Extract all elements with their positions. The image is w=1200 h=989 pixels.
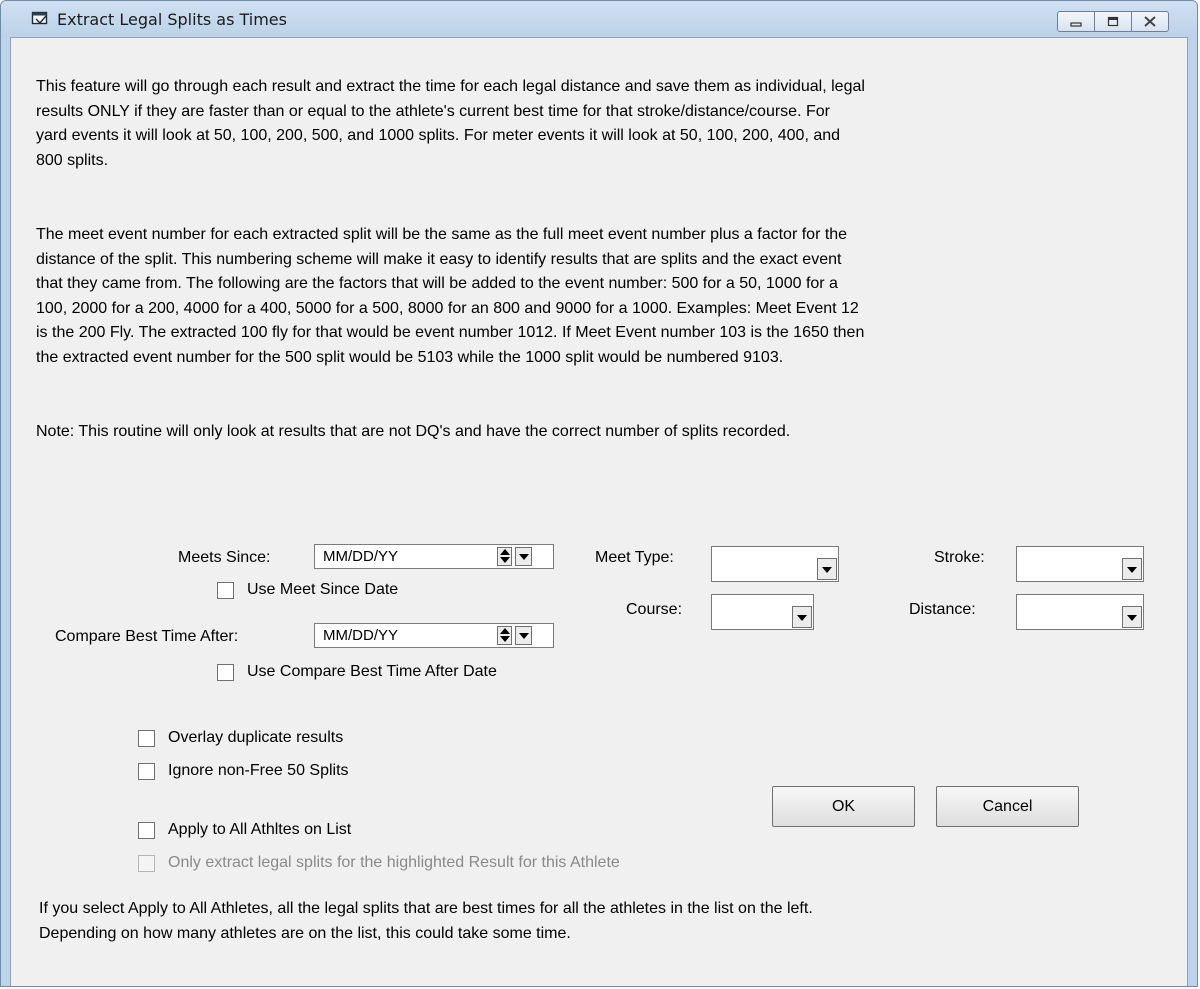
dialog-window: Extract Legal Splits as Times This featu…	[0, 0, 1198, 987]
description-paragraph-1: This feature will go through each result…	[36, 78, 865, 169]
stroke-dropdown-icon[interactable]	[1122, 558, 1142, 580]
distance-dropdown-icon[interactable]	[1122, 606, 1142, 628]
only-highlighted-label: Only extract legal splits for the highli…	[168, 854, 620, 871]
apply-all-athletes-label: Apply to All Athltes on List	[168, 821, 352, 838]
ok-button[interactable]: OK	[772, 786, 915, 827]
footer-note: If you select Apply to All Athletes, all…	[39, 900, 813, 942]
compare-best-date-picker[interactable]: MM/DD/YY	[314, 623, 554, 648]
ignore-non-free-label: Ignore non-Free 50 Splits	[168, 762, 349, 779]
title-bar: Extract Legal Splits as Times	[1, 1, 1197, 37]
maximize-button[interactable]	[1094, 11, 1132, 32]
compare-best-dropdown-icon[interactable]	[515, 626, 532, 645]
meets-since-dropdown-icon[interactable]	[515, 547, 532, 566]
distance-label: Distance:	[909, 601, 976, 618]
meets-since-label: Meets Since:	[178, 549, 271, 566]
maximize-icon	[1107, 16, 1119, 27]
window-title: Extract Legal Splits as Times	[57, 10, 287, 29]
close-button[interactable]	[1131, 11, 1169, 32]
meet-type-select[interactable]	[711, 546, 839, 582]
stroke-label: Stroke:	[934, 549, 985, 566]
overlay-duplicates-checkbox[interactable]	[138, 730, 155, 747]
use-meet-since-label: Use Meet Since Date	[247, 581, 399, 598]
description-paragraph-2: The meet event number for each extracted…	[36, 226, 865, 366]
meet-type-dropdown-icon[interactable]	[817, 558, 837, 580]
meets-since-value: MM/DD/YY	[323, 548, 398, 565]
use-meet-since-checkbox[interactable]	[217, 582, 234, 599]
minimize-button[interactable]	[1057, 11, 1095, 32]
course-dropdown-icon[interactable]	[792, 606, 812, 628]
dialog-window-icon	[31, 11, 48, 25]
compare-best-value: MM/DD/YY	[323, 627, 398, 644]
use-compare-best-label: Use Compare Best Time After Date	[247, 663, 497, 680]
only-highlighted-checkbox[interactable]	[138, 855, 155, 872]
note-text: Note: This routine will only look at res…	[36, 423, 791, 440]
compare-best-spin-icon[interactable]	[497, 626, 512, 645]
meets-since-date-picker[interactable]: MM/DD/YY	[314, 544, 554, 569]
course-select[interactable]	[711, 594, 814, 630]
cancel-button[interactable]: Cancel	[936, 786, 1079, 827]
dialog-client-area: This feature will go through each result…	[10, 37, 1188, 986]
distance-select[interactable]	[1016, 594, 1144, 630]
meets-since-spin-icon[interactable]	[497, 547, 512, 566]
use-compare-best-checkbox[interactable]	[217, 664, 234, 681]
close-icon	[1144, 16, 1156, 27]
apply-all-athletes-checkbox[interactable]	[138, 822, 155, 839]
meet-type-label: Meet Type:	[595, 549, 674, 566]
stroke-select[interactable]	[1016, 546, 1144, 582]
overlay-duplicates-label: Overlay duplicate results	[168, 729, 344, 746]
course-label: Course:	[626, 601, 683, 618]
compare-best-label: Compare Best Time After:	[55, 628, 239, 645]
minimize-icon	[1070, 21, 1082, 27]
ignore-non-free-checkbox[interactable]	[138, 763, 155, 780]
